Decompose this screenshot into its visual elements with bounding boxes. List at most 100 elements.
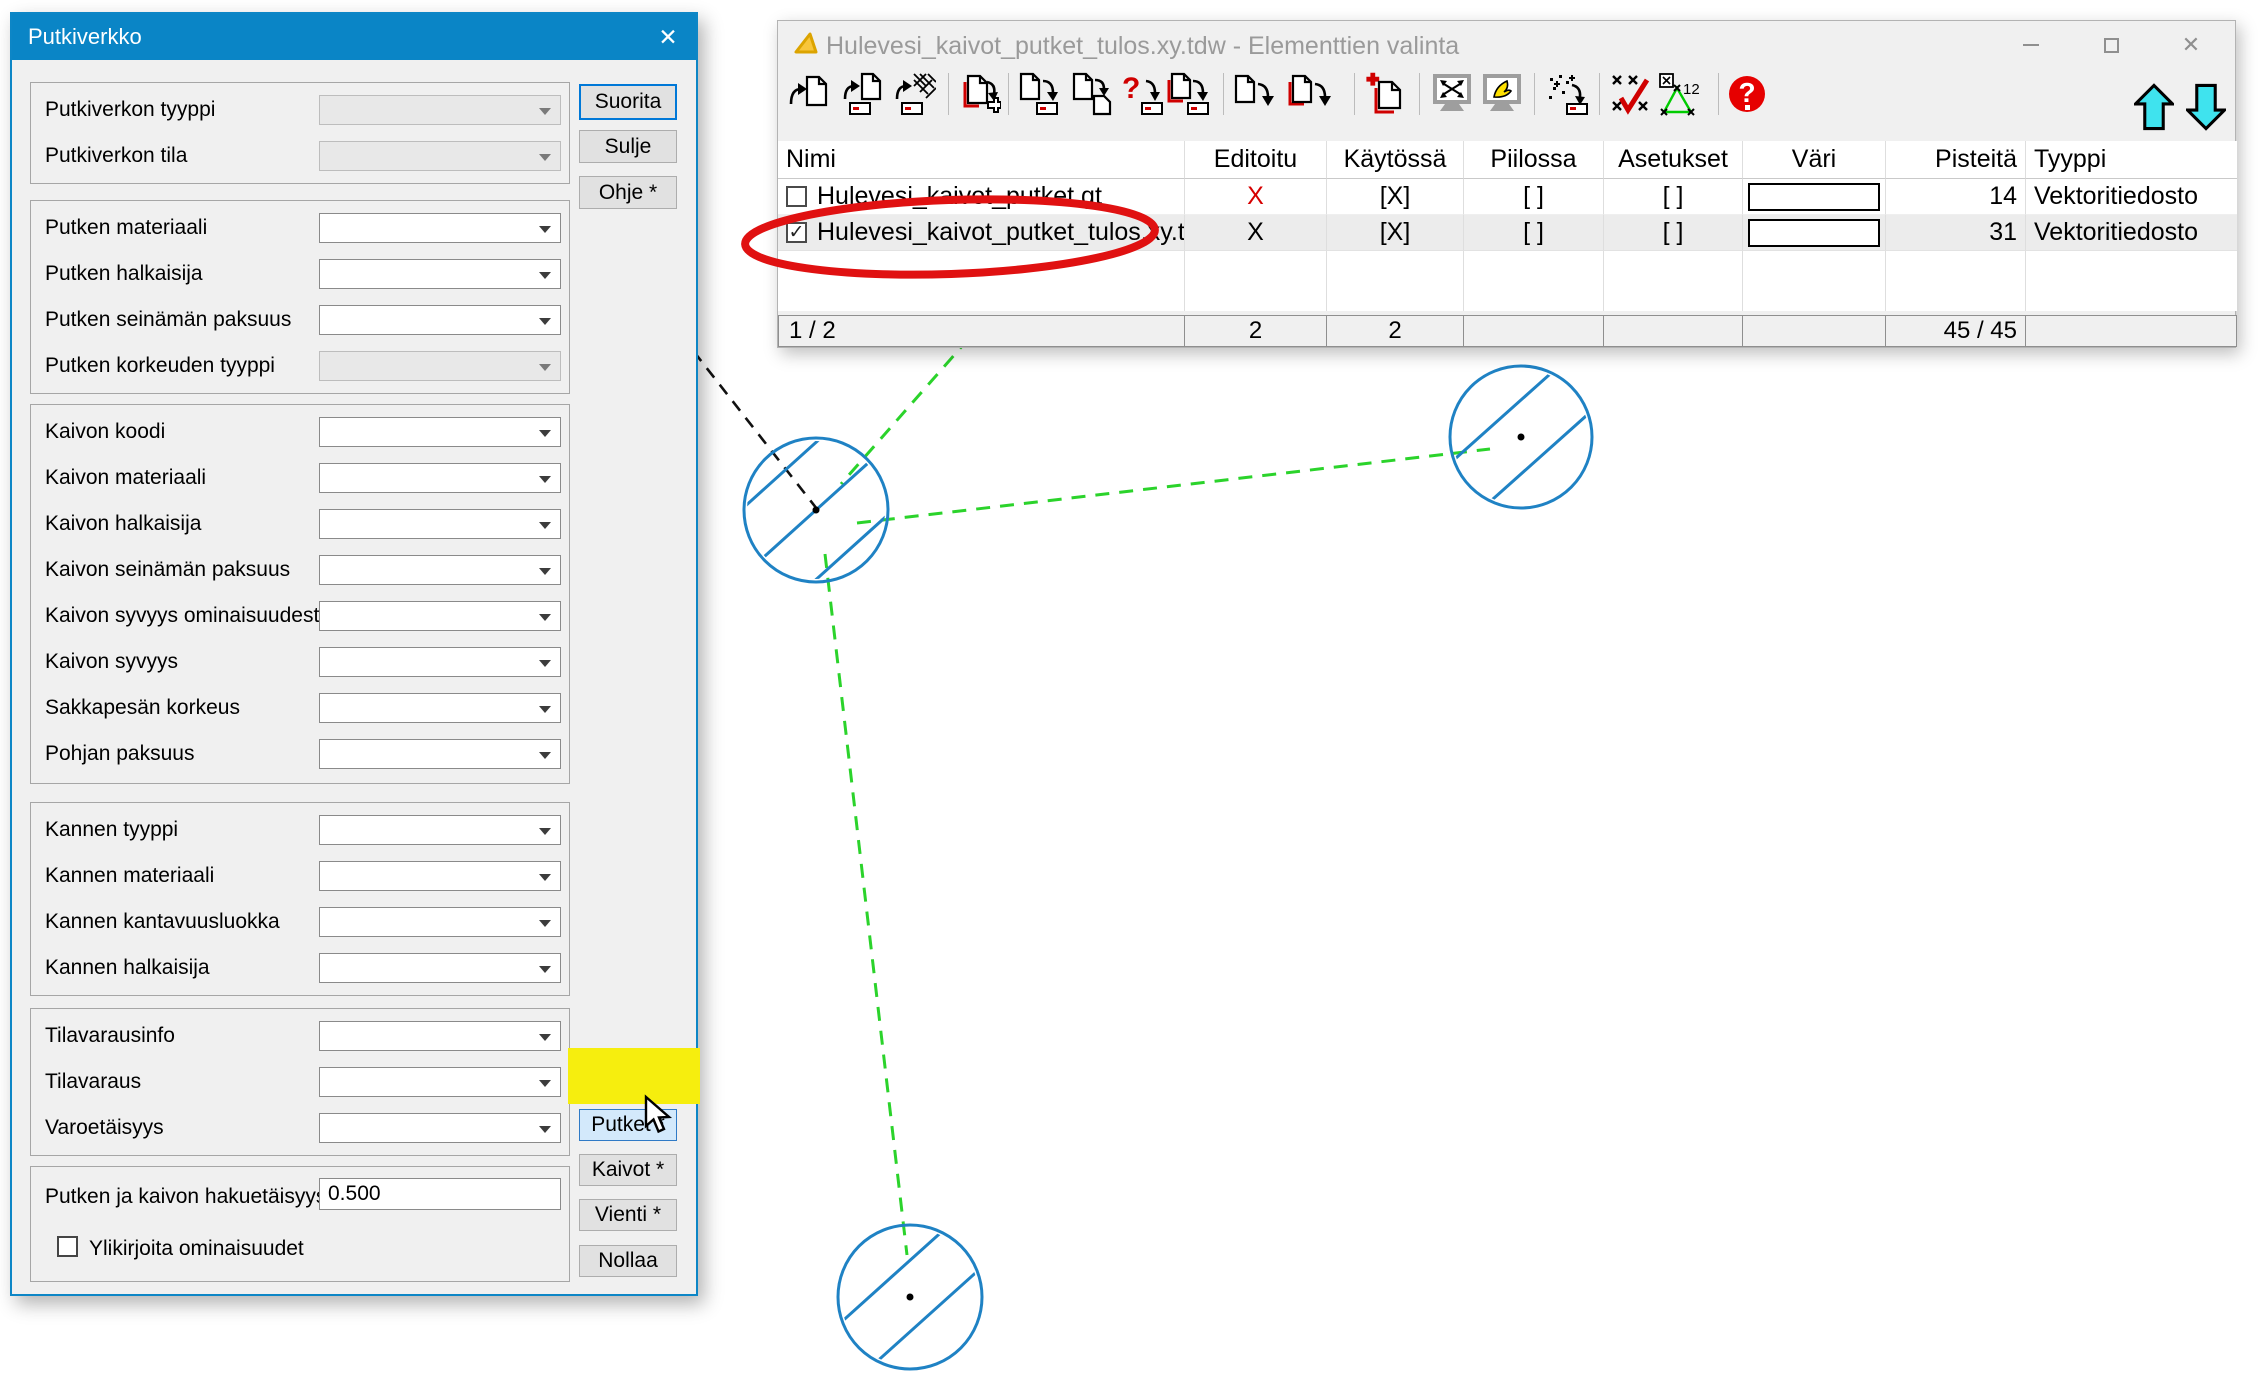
putken-halkaisija-combobox[interactable] bbox=[319, 259, 561, 289]
manhole-circle-1[interactable] bbox=[712, 409, 921, 612]
read-file-format-button[interactable] bbox=[839, 71, 885, 117]
svg-text:?: ? bbox=[1122, 72, 1140, 105]
points-write-button[interactable] bbox=[1544, 71, 1590, 117]
overwrite-checkbox[interactable] bbox=[57, 1236, 78, 1257]
move-down-button[interactable] bbox=[2186, 83, 2226, 131]
kaivon-syvyys-ominaisuudesta-combobox[interactable] bbox=[319, 601, 561, 631]
tilavarausinfo-combobox[interactable] bbox=[319, 1021, 561, 1051]
table-cell-pisteita: 31 bbox=[1886, 215, 2026, 251]
row-checkbox-checked[interactable]: ✓ bbox=[786, 222, 807, 243]
copy-active-button[interactable] bbox=[1286, 71, 1332, 117]
sulje-button[interactable]: Sulje bbox=[579, 130, 677, 163]
kannen-materiaali-combobox[interactable] bbox=[319, 861, 561, 891]
column-header-kaytossa[interactable]: Käytössä bbox=[1327, 141, 1464, 179]
column-header-vari[interactable]: Väri bbox=[1743, 141, 1886, 179]
read-hatch-button[interactable] bbox=[891, 71, 937, 117]
nollaa-button[interactable]: Nollaa bbox=[579, 1245, 677, 1277]
maximize-icon[interactable] bbox=[2096, 31, 2126, 59]
vienti-button[interactable]: Vienti * bbox=[579, 1199, 677, 1231]
table-cell-kaytossa[interactable]: [X] bbox=[1327, 215, 1464, 251]
table-cell-kaytossa[interactable]: [X] bbox=[1327, 179, 1464, 215]
varoetaisyys-combobox[interactable] bbox=[319, 1113, 561, 1143]
color-swatch[interactable] bbox=[1748, 219, 1880, 247]
table-cell-asetukset[interactable]: [ ] bbox=[1604, 179, 1743, 215]
column-header-piilossa[interactable]: Piilossa bbox=[1464, 141, 1604, 179]
putken-korkeuden-tyyppi-combobox[interactable] bbox=[319, 351, 561, 381]
column-header-tyyppi[interactable]: Tyyppi bbox=[2026, 141, 2237, 179]
row-checkbox-unchecked[interactable] bbox=[786, 186, 807, 207]
draw-view-button[interactable] bbox=[1479, 71, 1525, 117]
manhole-circle-2[interactable] bbox=[1428, 350, 1614, 524]
ohje-button[interactable]: Ohje * bbox=[579, 176, 677, 209]
sakkapesan-korkeus-combobox[interactable] bbox=[319, 693, 561, 723]
button-label: Kaivot * bbox=[592, 1158, 664, 1182]
kaivon-halkaisija-combobox[interactable] bbox=[319, 509, 561, 539]
color-swatch[interactable] bbox=[1748, 183, 1880, 211]
tilavaraus-combobox[interactable] bbox=[319, 1067, 561, 1097]
check-points-button[interactable] bbox=[1608, 71, 1654, 117]
status-empty bbox=[1604, 316, 1743, 346]
field-row: Putken korkeuden tyyppi bbox=[31, 351, 569, 381]
kannen-kantavuusluokka-combobox[interactable] bbox=[319, 907, 561, 937]
field-row: Kaivon syvyys ominaisuudesta bbox=[31, 601, 569, 631]
kaivon-koodi-combobox[interactable] bbox=[319, 417, 561, 447]
fit-view-button[interactable] bbox=[1429, 71, 1475, 117]
column-header-editoitu[interactable]: Editoitu bbox=[1185, 141, 1327, 179]
triangle-numbering-button[interactable]: 12 bbox=[1656, 71, 1702, 117]
kannen-tyyppi-combobox[interactable] bbox=[319, 815, 561, 845]
empty-cell bbox=[1185, 251, 1327, 311]
write-active-button[interactable] bbox=[1166, 71, 1212, 117]
suorita-button[interactable]: Suorita bbox=[579, 84, 677, 120]
read-file-button[interactable] bbox=[786, 71, 832, 117]
table-cell-vari[interactable] bbox=[1743, 179, 1886, 215]
table-cell-vari[interactable] bbox=[1743, 215, 1886, 251]
button-label: Suorita bbox=[595, 90, 662, 114]
table-cell-piilossa[interactable]: [ ] bbox=[1464, 215, 1604, 251]
field-row: Kaivon materiaali bbox=[31, 463, 569, 493]
write-file-button[interactable] bbox=[1016, 71, 1062, 117]
column-header-pisteita[interactable]: Pisteitä bbox=[1886, 141, 2026, 179]
group-kansi: Kannen tyyppi Kannen materiaali Kannen k… bbox=[30, 802, 570, 996]
minimize-icon[interactable] bbox=[2016, 31, 2046, 59]
chevron-down-icon bbox=[539, 476, 551, 483]
copy-file-button[interactable] bbox=[1229, 71, 1275, 117]
write-file-as-button[interactable] bbox=[1069, 71, 1115, 117]
kaivot-button[interactable]: Kaivot * bbox=[579, 1154, 677, 1186]
field-row: Kannen materiaali bbox=[31, 861, 569, 891]
close-icon[interactable]: ✕ bbox=[650, 14, 686, 60]
kaivon-seinaman-paksuus-combobox[interactable] bbox=[319, 555, 561, 585]
status-kaytossa-count: 2 bbox=[1327, 316, 1464, 346]
distance-input[interactable] bbox=[319, 1178, 561, 1210]
putket-button[interactable]: Putket * bbox=[579, 1109, 677, 1141]
table-row-name[interactable]: Hulevesi_kaivot_putket.gt bbox=[778, 179, 1185, 215]
field-label: Pohjan paksuus bbox=[45, 742, 194, 766]
elementtien-valinta-window: Hulevesi_kaivot_putket_tulos.xy.tdw - El… bbox=[777, 20, 2236, 348]
manhole-circle-3[interactable] bbox=[818, 1210, 1001, 1379]
table-cell-asetukset[interactable]: [ ] bbox=[1604, 215, 1743, 251]
help-button[interactable]: ? bbox=[1724, 71, 1770, 117]
kaivon-materiaali-combobox[interactable] bbox=[319, 463, 561, 493]
draw-view-icon bbox=[1480, 72, 1524, 116]
putkiverkon-tyyppi-combobox[interactable] bbox=[319, 95, 561, 125]
kannen-halkaisija-combobox[interactable] bbox=[319, 953, 561, 983]
table-cell-piilossa[interactable]: [ ] bbox=[1464, 179, 1604, 215]
empty-cell bbox=[1743, 251, 1886, 311]
putken-seinaman-paksuus-combobox[interactable] bbox=[319, 305, 561, 335]
putken-materiaali-combobox[interactable] bbox=[319, 213, 561, 243]
dialog-titlebar[interactable]: Putkiverkko ✕ bbox=[12, 14, 696, 60]
close-icon[interactable]: ✕ bbox=[2176, 31, 2206, 59]
toolbar-separator bbox=[1718, 73, 1719, 115]
table-row-name[interactable]: ✓ Hulevesi_kaivot_putket_tulos.xy.tdw bbox=[778, 215, 1185, 251]
move-up-button[interactable] bbox=[2134, 83, 2174, 131]
combine-files-button[interactable] bbox=[1363, 71, 1409, 117]
kaivon-syvyys-combobox[interactable] bbox=[319, 647, 561, 677]
putkiverkon-tila-combobox[interactable] bbox=[319, 141, 561, 171]
pohjan-paksuus-combobox[interactable] bbox=[319, 739, 561, 769]
field-label: Kannen materiaali bbox=[45, 864, 214, 888]
empty-cell bbox=[1464, 251, 1604, 311]
column-header-asetukset[interactable]: Asetukset bbox=[1604, 141, 1743, 179]
svg-text:12: 12 bbox=[1683, 81, 1700, 98]
add-file-button[interactable] bbox=[956, 71, 1002, 117]
column-header-nimi[interactable]: Nimi bbox=[778, 141, 1185, 179]
write-query-button[interactable]: ? bbox=[1119, 71, 1165, 117]
